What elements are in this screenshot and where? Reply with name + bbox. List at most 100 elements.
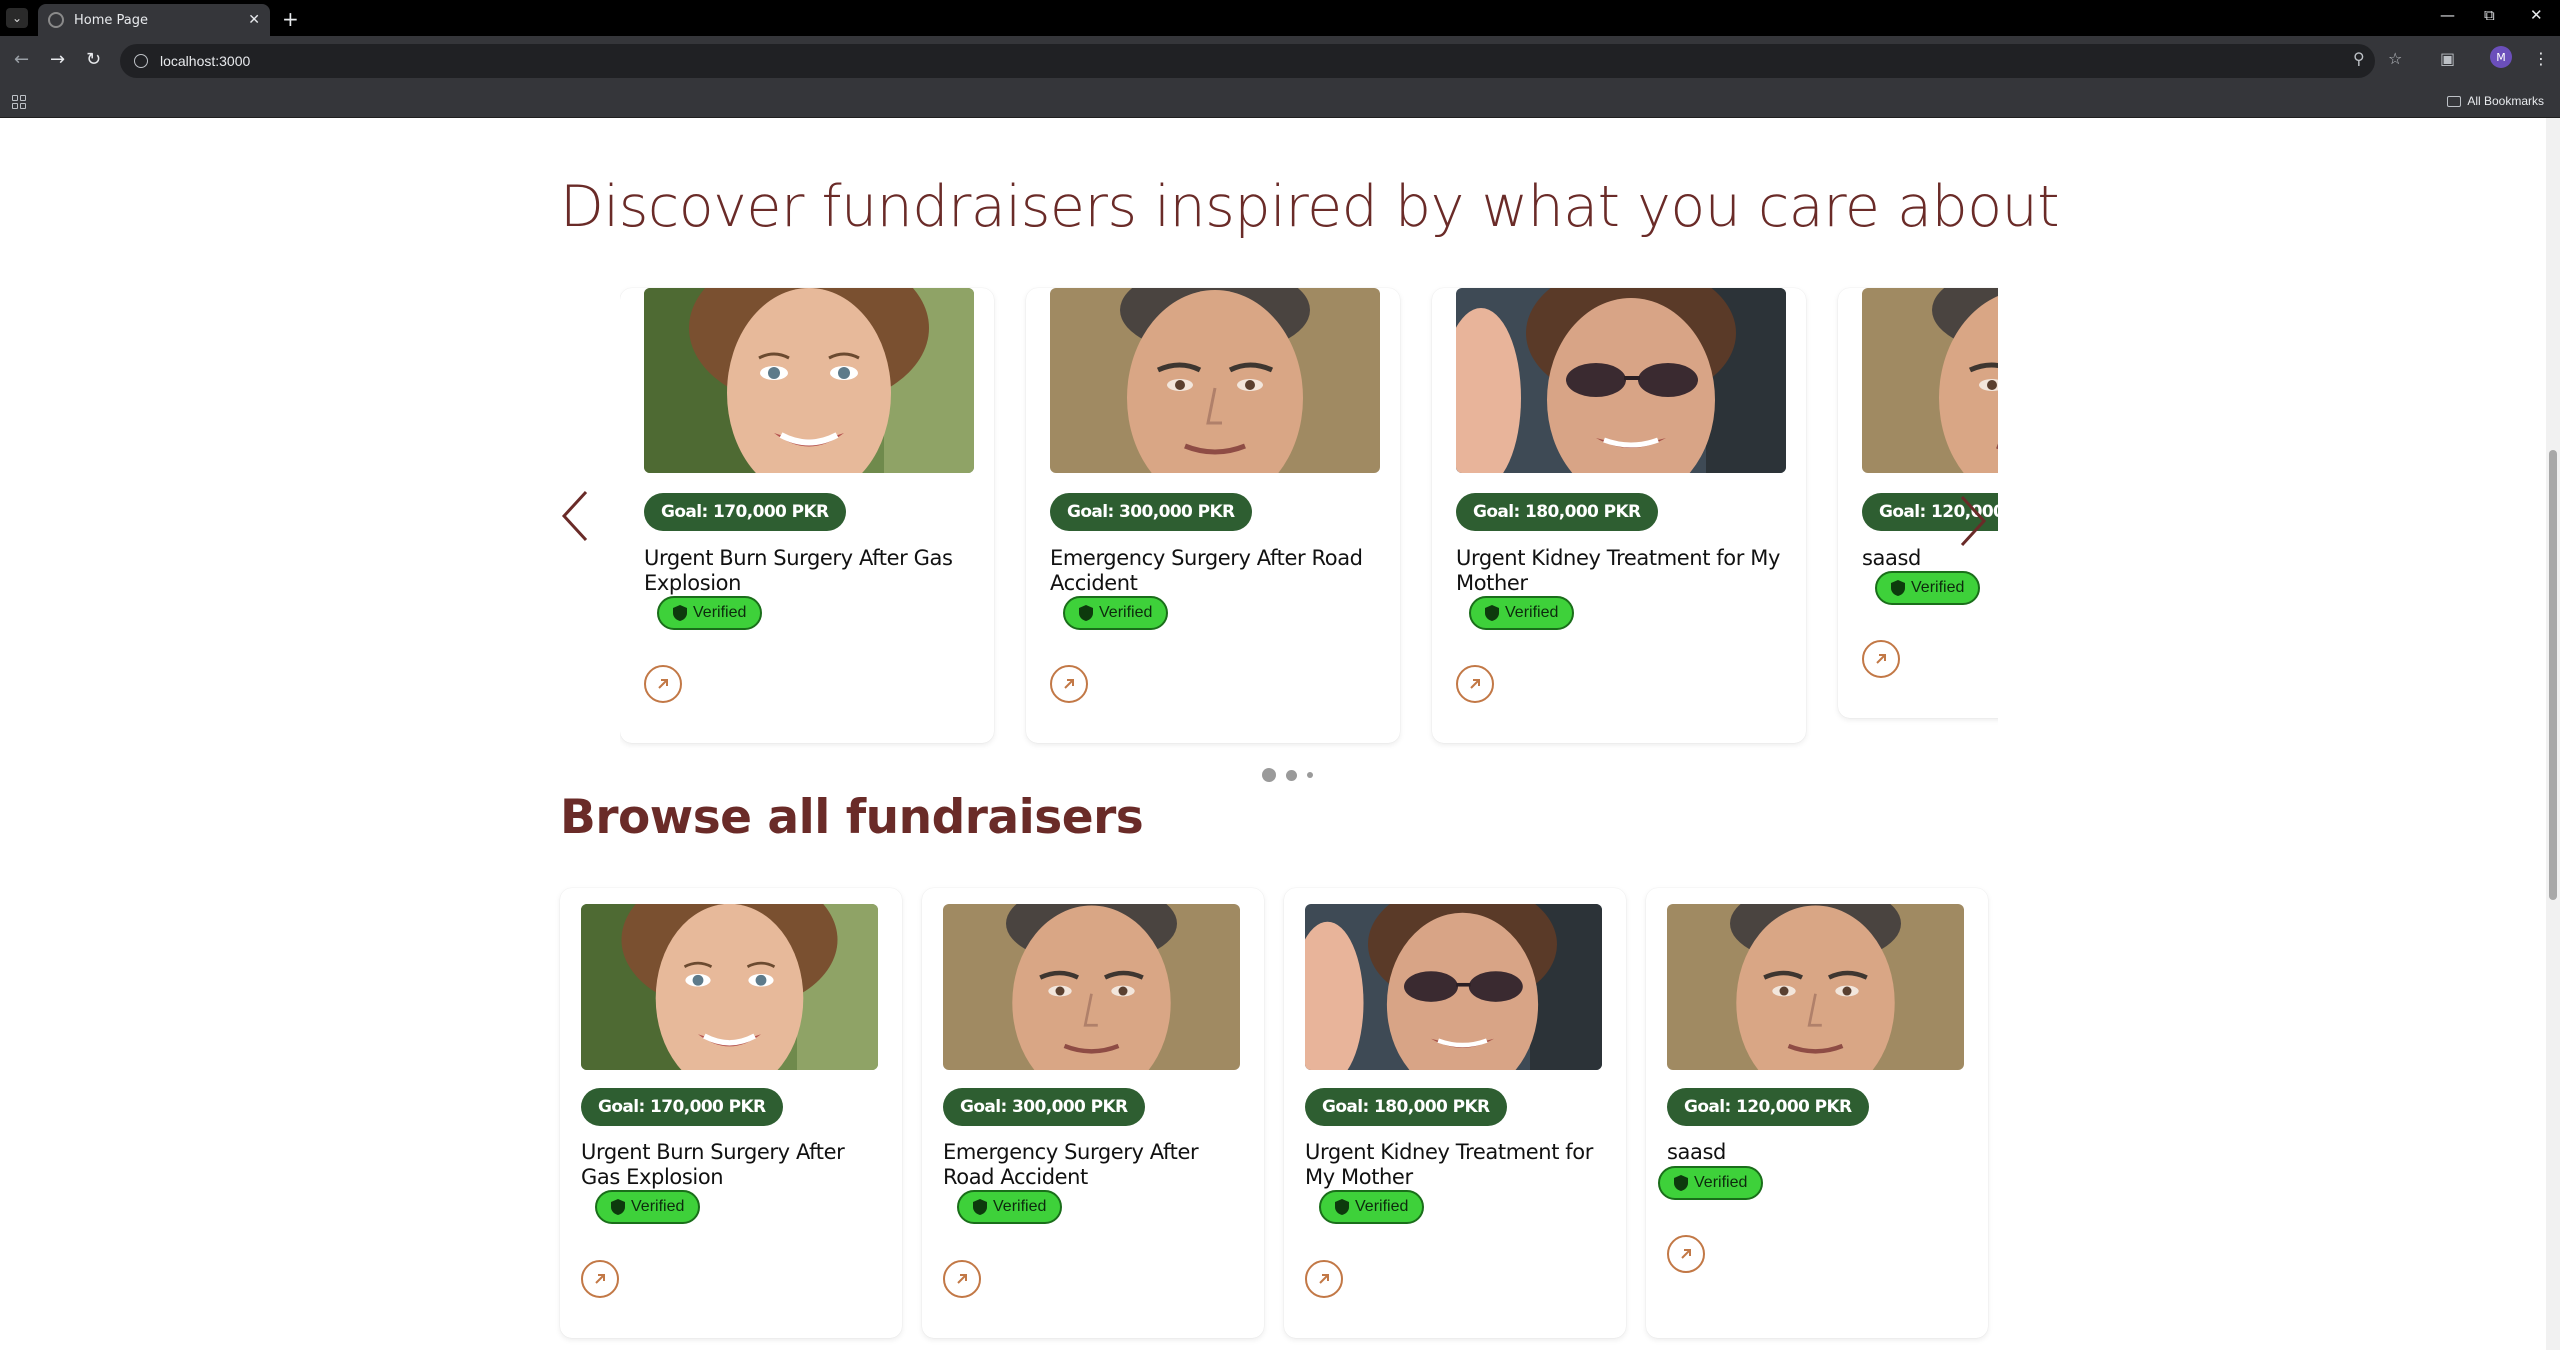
- close-tab-icon[interactable]: ✕: [248, 12, 260, 28]
- verified-label: Verified: [1694, 1174, 1748, 1191]
- fundraiser-card[interactable]: Goal: 180,000 PKR Urgent Kidney Treatmen…: [1284, 888, 1626, 1338]
- bookmark-star-icon[interactable]: ☆: [2388, 49, 2402, 68]
- shield-icon: [1485, 605, 1499, 621]
- open-fundraiser-button[interactable]: [1050, 665, 1088, 703]
- browser-toolbar: ← → ↻ localhost:3000 ⚲ ☆ ▣ M ⋮: [0, 36, 2560, 86]
- apps-grid-icon[interactable]: [12, 95, 26, 109]
- carousel-pagination: [1262, 768, 1313, 782]
- verified-label: Verified: [1911, 579, 1965, 596]
- man-portrait-icon: [1667, 904, 1964, 1070]
- back-icon[interactable]: ←: [14, 49, 29, 70]
- page-scrollbar[interactable]: [2546, 118, 2560, 1350]
- arrow-up-right-icon: [1681, 1249, 1691, 1259]
- carousel-card[interactable]: Goal: 170,000 PKR Urgent Burn Surgery Af…: [620, 288, 994, 743]
- arrow-up-right-icon: [957, 1274, 967, 1284]
- shield-icon: [673, 605, 687, 621]
- goal-pill: Goal: 180,000 PKR: [1305, 1088, 1507, 1126]
- arrow-up-right-icon: [1470, 679, 1480, 689]
- goal-pill: Goal: 180,000 PKR: [1456, 493, 1658, 531]
- shield-icon: [611, 1199, 625, 1215]
- fundraiser-title[interactable]: Emergency Surgery After Road Accident: [1050, 546, 1380, 596]
- carousel-next-chevron-icon[interactable]: [1958, 493, 1988, 549]
- menu-kebab-icon[interactable]: ⋮: [2533, 49, 2549, 68]
- carousel-prev-chevron-icon[interactable]: [560, 488, 590, 544]
- arrow-up-right-icon: [1319, 1274, 1329, 1284]
- minimize-icon[interactable]: —: [2440, 6, 2455, 24]
- fundraiser-title[interactable]: Urgent Kidney Treatment for My Mother: [1456, 546, 1786, 596]
- open-fundraiser-button[interactable]: [1862, 640, 1900, 678]
- scrollbar-thumb[interactable]: [2549, 450, 2557, 900]
- shield-icon: [1079, 605, 1093, 621]
- restore-icon[interactable]: ⧉: [2484, 6, 2495, 24]
- all-bookmarks-label: All Bookmarks: [2467, 94, 2544, 108]
- page-viewport: Discover fundraisers inspired by what yo…: [0, 118, 2560, 1350]
- all-bookmarks-button[interactable]: All Bookmarks: [2447, 94, 2544, 108]
- fundraiser-title[interactable]: Urgent Burn Surgery After Gas Explosion: [581, 1140, 881, 1190]
- page-favicon-icon: [48, 12, 64, 28]
- shield-icon: [973, 1199, 987, 1215]
- arrow-up-right-icon: [658, 679, 668, 689]
- fundraiser-title[interactable]: Urgent Burn Surgery After Gas Explosion: [644, 546, 974, 596]
- verified-badge: Verified: [595, 1190, 701, 1224]
- fundraiser-title[interactable]: Urgent Kidney Treatment for My Mother: [1305, 1140, 1605, 1190]
- man-portrait-icon: [943, 904, 1240, 1070]
- open-fundraiser-button[interactable]: [1667, 1235, 1705, 1273]
- address-bar[interactable]: localhost:3000: [120, 44, 2375, 78]
- browse-heading: Browse all fundraisers: [560, 790, 1144, 845]
- shield-icon: [1335, 1199, 1349, 1215]
- fundraiser-title[interactable]: saasd: [1667, 1140, 1967, 1165]
- verified-badge: Verified: [657, 596, 763, 630]
- extensions-icon[interactable]: ▣: [2440, 49, 2455, 68]
- verified-badge: Verified: [1469, 596, 1575, 630]
- open-fundraiser-button[interactable]: [1305, 1260, 1343, 1298]
- woman-portrait-icon: [581, 904, 878, 1070]
- verified-badge: Verified: [957, 1190, 1063, 1224]
- woman-portrait-icon: [644, 288, 974, 473]
- url-text: localhost:3000: [160, 53, 251, 69]
- verified-label: Verified: [1355, 1198, 1409, 1215]
- verified-badge: Verified: [1063, 596, 1169, 630]
- open-fundraiser-button[interactable]: [644, 665, 682, 703]
- man-portrait-icon: [1050, 288, 1380, 473]
- verified-label: Verified: [693, 604, 747, 621]
- pagination-dot-active[interactable]: [1262, 768, 1276, 782]
- fundraiser-card[interactable]: Goal: 120,000 PKR saasd Verified: [1646, 888, 1988, 1338]
- woman-sunglasses-portrait-icon: [1305, 904, 1602, 1070]
- fundraiser-title[interactable]: saasd: [1862, 546, 1998, 571]
- open-fundraiser-button[interactable]: [581, 1260, 619, 1298]
- bookmarks-bar: All Bookmarks: [0, 86, 2560, 118]
- browser-tab[interactable]: Home Page ✕: [38, 4, 270, 36]
- woman-sunglasses-portrait-icon: [1456, 288, 1786, 473]
- new-tab-button[interactable]: +: [282, 7, 299, 31]
- site-info-icon[interactable]: [134, 54, 148, 68]
- pagination-dot[interactable]: [1307, 772, 1313, 778]
- open-fundraiser-button[interactable]: [943, 1260, 981, 1298]
- tab-search-button[interactable]: ⌄: [6, 8, 28, 28]
- verified-label: Verified: [1505, 604, 1559, 621]
- browser-tab-strip: ⌄ Home Page ✕ + — ⧉ ✕: [0, 0, 2560, 36]
- goal-pill: Goal: 120,000 PKR: [1667, 1088, 1869, 1126]
- open-fundraiser-button[interactable]: [1456, 665, 1494, 703]
- goal-pill: Goal: 300,000 PKR: [943, 1088, 1145, 1126]
- verified-label: Verified: [631, 1198, 685, 1215]
- carousel-card[interactable]: Goal: 300,000 PKR Emergency Surgery Afte…: [1026, 288, 1400, 743]
- man-portrait-icon: [1862, 288, 1998, 473]
- discover-heading: Discover fundraisers inspired by what yo…: [560, 174, 2060, 240]
- tab-title: Home Page: [74, 12, 148, 28]
- zoom-icon[interactable]: ⚲: [2353, 49, 2365, 68]
- shield-icon: [1891, 580, 1905, 596]
- profile-avatar[interactable]: M: [2490, 46, 2512, 68]
- close-window-icon[interactable]: ✕: [2530, 6, 2543, 24]
- verified-badge: Verified: [1319, 1190, 1425, 1224]
- forward-icon[interactable]: →: [50, 49, 65, 70]
- verified-badge: Verified: [1658, 1166, 1764, 1200]
- pagination-dot[interactable]: [1286, 769, 1297, 781]
- folder-icon: [2447, 95, 2462, 107]
- shield-icon: [1674, 1175, 1688, 1191]
- fundraiser-card[interactable]: Goal: 300,000 PKR Emergency Surgery Afte…: [922, 888, 1264, 1338]
- carousel-card[interactable]: Goal: 180,000 PKR Urgent Kidney Treatmen…: [1432, 288, 1806, 743]
- fundraiser-card[interactable]: Goal: 170,000 PKR Urgent Burn Surgery Af…: [560, 888, 902, 1338]
- reload-icon[interactable]: ↻: [86, 49, 101, 70]
- fundraiser-title[interactable]: Emergency Surgery After Road Accident: [943, 1140, 1243, 1190]
- arrow-up-right-icon: [595, 1274, 605, 1284]
